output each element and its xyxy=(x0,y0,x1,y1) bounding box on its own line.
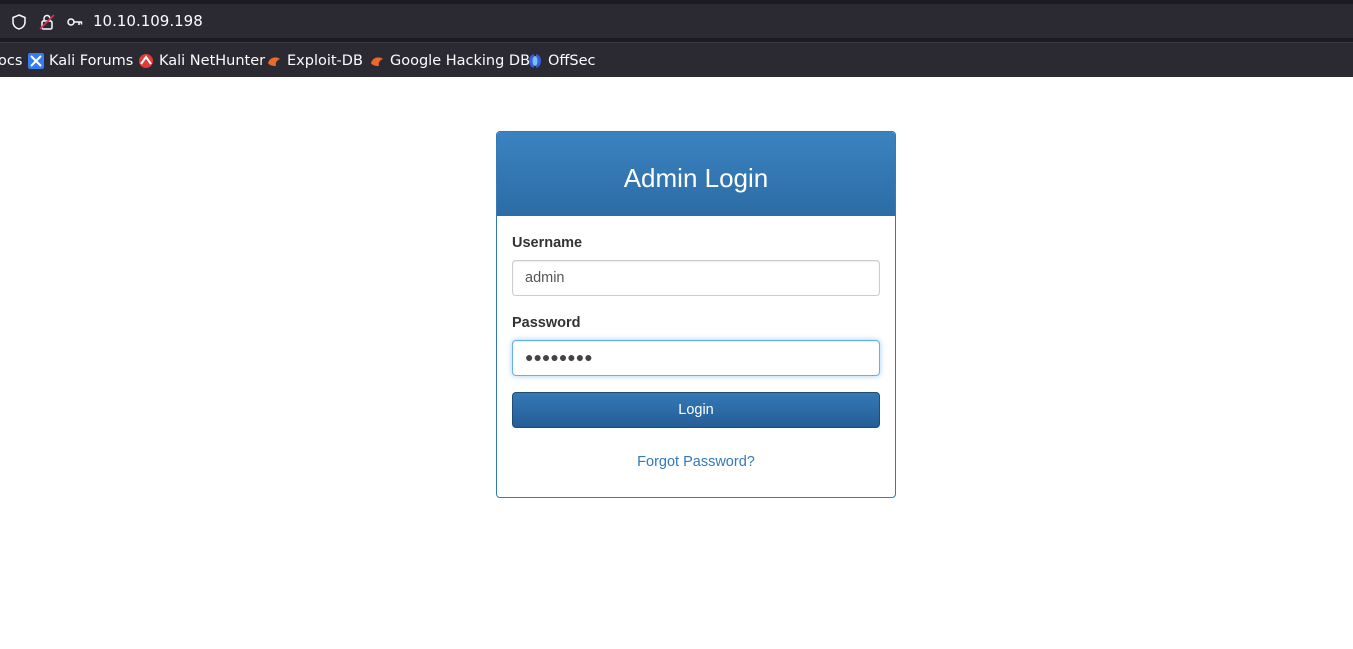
kali-forums-favicon xyxy=(28,53,44,69)
insecure-lock-icon[interactable] xyxy=(38,13,56,31)
bookmark-kali-forums[interactable]: Kali Forums xyxy=(28,51,133,71)
login-panel: Admin Login Username Password ●●●●●●●● L… xyxy=(496,131,896,498)
bookmark-offsec[interactable]: OffSec xyxy=(527,51,596,71)
key-icon[interactable] xyxy=(66,13,84,31)
bookmark-label: Exploit-DB xyxy=(287,53,363,69)
bookmark-label: Kali Forums xyxy=(49,53,134,69)
bookmark-kali-nethunter[interactable]: Kali NetHunter xyxy=(138,51,265,71)
login-panel-heading: Admin Login xyxy=(497,132,895,216)
bookmark-exploit-db[interactable]: Exploit-DB xyxy=(266,51,363,71)
username-field[interactable] xyxy=(512,260,880,296)
login-button[interactable]: Login xyxy=(512,392,880,428)
bookmark-docs[interactable]: ocs xyxy=(0,51,22,71)
exploit-db-favicon xyxy=(268,57,280,66)
forgot-password-link[interactable]: Forgot Password? xyxy=(497,454,895,470)
shield-icon[interactable] xyxy=(10,13,28,31)
google-hacking-db-favicon xyxy=(371,57,383,66)
bookmark-label: Google Hacking DB xyxy=(390,53,531,69)
offsec-favicon xyxy=(529,54,541,68)
address-bar[interactable]: 10.10.109.198 xyxy=(0,4,1353,38)
page-title: Admin Login xyxy=(623,163,769,193)
password-field[interactable]: ●●●●●●●● xyxy=(512,340,880,376)
bookmarks-toolbar: ocs Kali Forums Kali NetHunter Exploit-D… xyxy=(0,42,1353,77)
password-mask: ●●●●●●●● xyxy=(525,349,593,365)
browser-toolbar: 10.10.109.198 xyxy=(0,0,1353,42)
username-label: Username xyxy=(512,235,583,251)
bookmark-google-hacking-db[interactable]: Google Hacking DB xyxy=(369,51,530,71)
bookmark-label: OffSec xyxy=(548,53,596,69)
kali-nethunter-favicon xyxy=(139,54,153,68)
password-label: Password xyxy=(512,315,581,331)
bookmark-label: ocs xyxy=(0,53,23,69)
bookmark-label: Kali NetHunter xyxy=(159,53,266,69)
url-text[interactable]: 10.10.109.198 xyxy=(93,12,203,30)
